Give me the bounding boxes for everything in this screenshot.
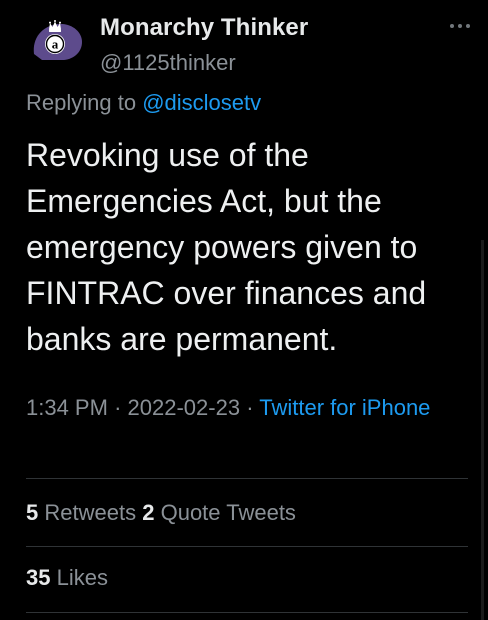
- svg-text:a: a: [52, 37, 59, 52]
- retweets-label: Retweets: [44, 500, 137, 525]
- more-horizontal-icon: [450, 24, 470, 28]
- replying-to-prefix: Replying to: [26, 90, 137, 115]
- author-handle[interactable]: @1125thinker: [100, 50, 236, 76]
- quote-tweets-count: 2: [142, 500, 155, 525]
- tweet-text: Revoking use of the Emergencies Act, but…: [26, 137, 427, 357]
- likes-stats-row: 35 Likes: [26, 565, 108, 591]
- more-options-button[interactable]: [446, 14, 474, 34]
- meta-separator: ·: [246, 395, 254, 420]
- scrollbar-track[interactable]: [481, 240, 484, 620]
- tweet-time[interactable]: 1:34 PM: [26, 395, 108, 420]
- author-display-name[interactable]: Monarchy Thinker: [100, 14, 308, 42]
- quote-tweets-label: Quote Tweets: [160, 500, 296, 525]
- tweet-detail: a Monarchy Thinker @1125thinker Replying…: [0, 0, 488, 620]
- tweet-metadata: 1:34 PM · 2022-02-23 · Twitter for iPhon…: [26, 390, 466, 426]
- likes-label: Likes: [56, 565, 108, 590]
- reply-mention-link[interactable]: @disclosetv: [142, 90, 261, 115]
- crown-monogram-avatar-icon: a: [28, 12, 86, 70]
- divider: [26, 546, 468, 547]
- retweets-stat[interactable]: 5 Retweets: [26, 500, 142, 525]
- tweet-source-link[interactable]: Twitter for iPhone: [259, 395, 430, 420]
- divider: [26, 478, 468, 479]
- quote-tweets-stat[interactable]: 2 Quote Tweets: [142, 500, 296, 525]
- avatar[interactable]: a: [28, 12, 86, 70]
- likes-stat[interactable]: 35 Likes: [26, 565, 108, 590]
- tweet-date[interactable]: 2022-02-23: [128, 395, 241, 420]
- meta-separator: ·: [114, 395, 122, 420]
- divider: [26, 612, 468, 613]
- retweets-count: 5: [26, 500, 39, 525]
- replying-to: Replying to @disclosetv: [26, 90, 261, 116]
- retweet-stats-row: 5 Retweets 2 Quote Tweets: [26, 500, 296, 526]
- likes-count: 35: [26, 565, 51, 590]
